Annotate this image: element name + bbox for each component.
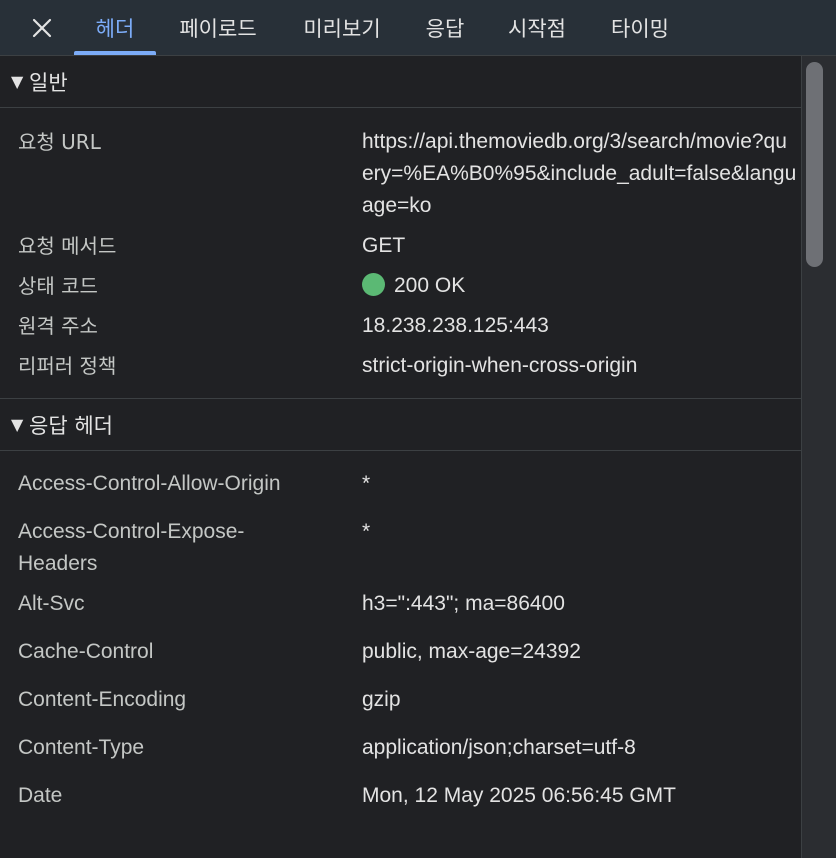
header-key-aceh: Access-Control-Expose-Headers: [18, 520, 245, 575]
header-value-content-type: application/json;charset=utf-8: [362, 736, 636, 759]
header-value-cache-control: public, max-age=24392: [362, 640, 581, 663]
triangle-down-icon: ▼: [11, 72, 24, 91]
header-key-cache-control: Cache-Control: [18, 640, 154, 663]
triangle-down-icon: ▼: [11, 415, 24, 434]
tab-initiator[interactable]: 시작점: [496, 0, 578, 56]
tab-timing[interactable]: 타이밍: [598, 0, 682, 56]
general-value-status-code: 200 OK: [362, 270, 798, 302]
header-key-date: Date: [18, 784, 63, 807]
header-value-content-encoding: gzip: [362, 688, 401, 711]
section-general-header[interactable]: ▼ 일반: [0, 56, 801, 108]
general-key-remote-address: 원격 주소: [18, 314, 98, 338]
close-icon: [32, 18, 52, 38]
header-key-content-encoding: Content-Encoding: [18, 688, 187, 711]
section-title: 응답 헤더: [29, 413, 113, 438]
tab-bar: 헤더 페이로드 미리보기 응답 시작점 타이밍: [0, 0, 836, 56]
tab-payload[interactable]: 페이로드: [168, 0, 268, 56]
header-key-acao: Access-Control-Allow-Origin: [18, 472, 281, 495]
general-key-referrer-policy: 리퍼러 정책: [18, 354, 117, 378]
general-key-request-url: 요청 URL: [18, 130, 101, 154]
scrollbar-thumb[interactable]: [806, 62, 823, 267]
header-value-alt-svc: h3=":443"; ma=86400: [362, 592, 565, 615]
header-key-content-type: Content-Type: [18, 736, 145, 759]
header-value-acao: *: [362, 472, 371, 495]
general-value-referrer-policy: strict-origin-when-cross-origin: [362, 354, 638, 377]
active-tab-indicator: [74, 51, 156, 55]
header-key-alt-svc: Alt-Svc: [18, 592, 85, 615]
status-code-text: 200 OK: [394, 274, 466, 297]
general-key-request-method: 요청 메서드: [18, 234, 117, 258]
tab-headers[interactable]: 헤더: [74, 0, 156, 56]
general-key-status-code: 상태 코드: [18, 274, 98, 298]
general-value-remote-address: 18.238.238.125:443: [362, 314, 549, 337]
tab-preview[interactable]: 미리보기: [290, 0, 394, 56]
devtools-network-details-panel: 헤더 페이로드 미리보기 응답 시작점 타이밍 ▼ 일반 요청 URL http…: [0, 0, 836, 858]
general-value-request-method: GET: [362, 234, 406, 257]
header-value-date: Mon, 12 May 2025 06:56:45 GMT: [362, 784, 677, 807]
section-title: 일반: [29, 70, 68, 95]
section-response-headers-header[interactable]: ▼ 응답 헤더: [0, 399, 801, 451]
tab-response[interactable]: 응답: [414, 0, 476, 56]
headers-content[interactable]: ▼ 일반 요청 URL https://api.themoviedb.org/3…: [0, 56, 801, 858]
header-value-aceh: *: [362, 520, 371, 543]
close-button[interactable]: [24, 10, 60, 46]
status-ok-dot-icon: [362, 273, 385, 296]
general-value-request-url: https://api.themoviedb.org/3/search/movi…: [362, 130, 797, 217]
